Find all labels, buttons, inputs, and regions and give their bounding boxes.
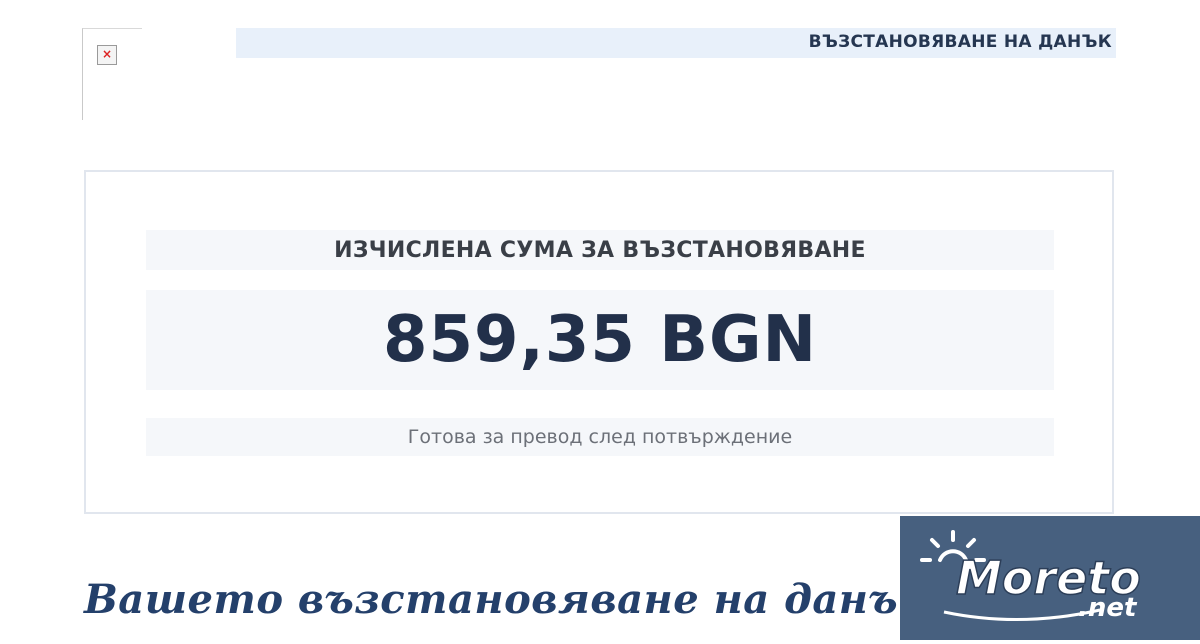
moreto-watermark: Moreto .net xyxy=(900,516,1200,640)
refund-label-row: ИЗЧИСЛЕНА СУМА ЗА ВЪЗСТАНОВЯВАНЕ xyxy=(146,230,1054,270)
moreto-logo: Moreto .net xyxy=(920,530,1142,623)
refund-label: ИЗЧИСЛЕНА СУМА ЗА ВЪЗСТАНОВЯВАНЕ xyxy=(334,237,866,263)
refund-amount: 859,35 BGN xyxy=(382,303,818,377)
refund-summary-card: ИЗЧИСЛЕНА СУМА ЗА ВЪЗСТАНОВЯВАНЕ 859,35 … xyxy=(84,170,1114,514)
refund-amount-row: 859,35 BGN xyxy=(146,290,1054,390)
refund-status-row: Готова за превод след потвърждение xyxy=(146,418,1054,456)
header-bar: ВЪЗСТАНОВЯВАНЕ НА ДАНЪК xyxy=(236,28,1116,58)
page-headline: Вашето възстановяване на данък е xyxy=(84,576,966,623)
broken-image-placeholder: × xyxy=(82,28,142,120)
refund-status: Готова за превод след потвърждение xyxy=(407,426,793,448)
header-title: ВЪЗСТАНОВЯВАНЕ НА ДАНЪК xyxy=(808,32,1112,52)
svg-text:.net: .net xyxy=(1078,593,1138,623)
broken-image-icon: × xyxy=(97,45,117,65)
